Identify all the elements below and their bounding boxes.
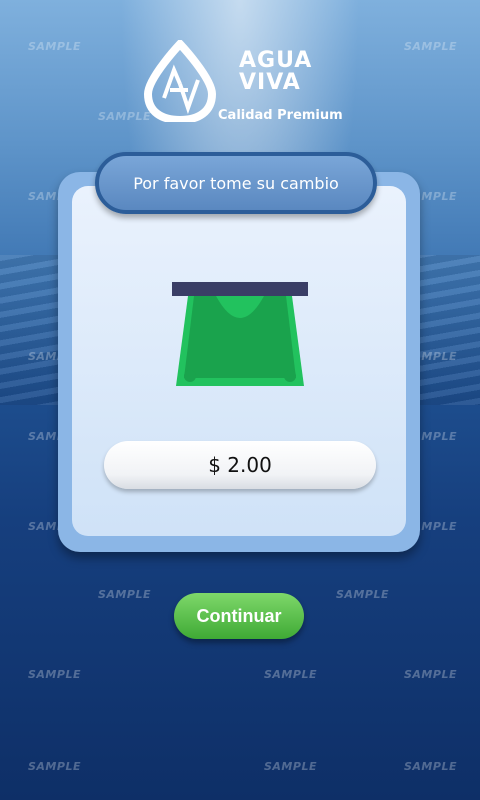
brand-line-2: VIVA <box>239 70 301 95</box>
brand-logo: AGUA VIVA Calidad Premium <box>140 40 360 123</box>
change-amount-display: $ 2.00 <box>104 441 376 489</box>
watermark: SAMPLE <box>28 40 81 53</box>
continue-button[interactable]: Continuar <box>174 593 304 639</box>
watermark: SAMPLE <box>28 760 81 773</box>
watermark: SAMPLE <box>264 668 317 681</box>
brand-line-1: AGUA <box>239 48 313 73</box>
watermark: SAMPLE <box>28 668 81 681</box>
watermark: SAMPLE <box>404 668 457 681</box>
water-drop-logo-icon <box>143 40 217 122</box>
cash-dispense-icon <box>172 282 308 386</box>
watermark: SAMPLE <box>264 760 317 773</box>
brand-name: AGUA VIVA <box>239 50 312 94</box>
watermark: SAMPLE <box>404 760 457 773</box>
brand-tagline: Calidad Premium <box>218 108 343 123</box>
watermark: SAMPLE <box>98 588 151 601</box>
watermark: SAMPLE <box>336 588 389 601</box>
watermark: SAMPLE <box>404 40 457 53</box>
dialog-title: Por favor tome su cambio <box>95 152 377 214</box>
